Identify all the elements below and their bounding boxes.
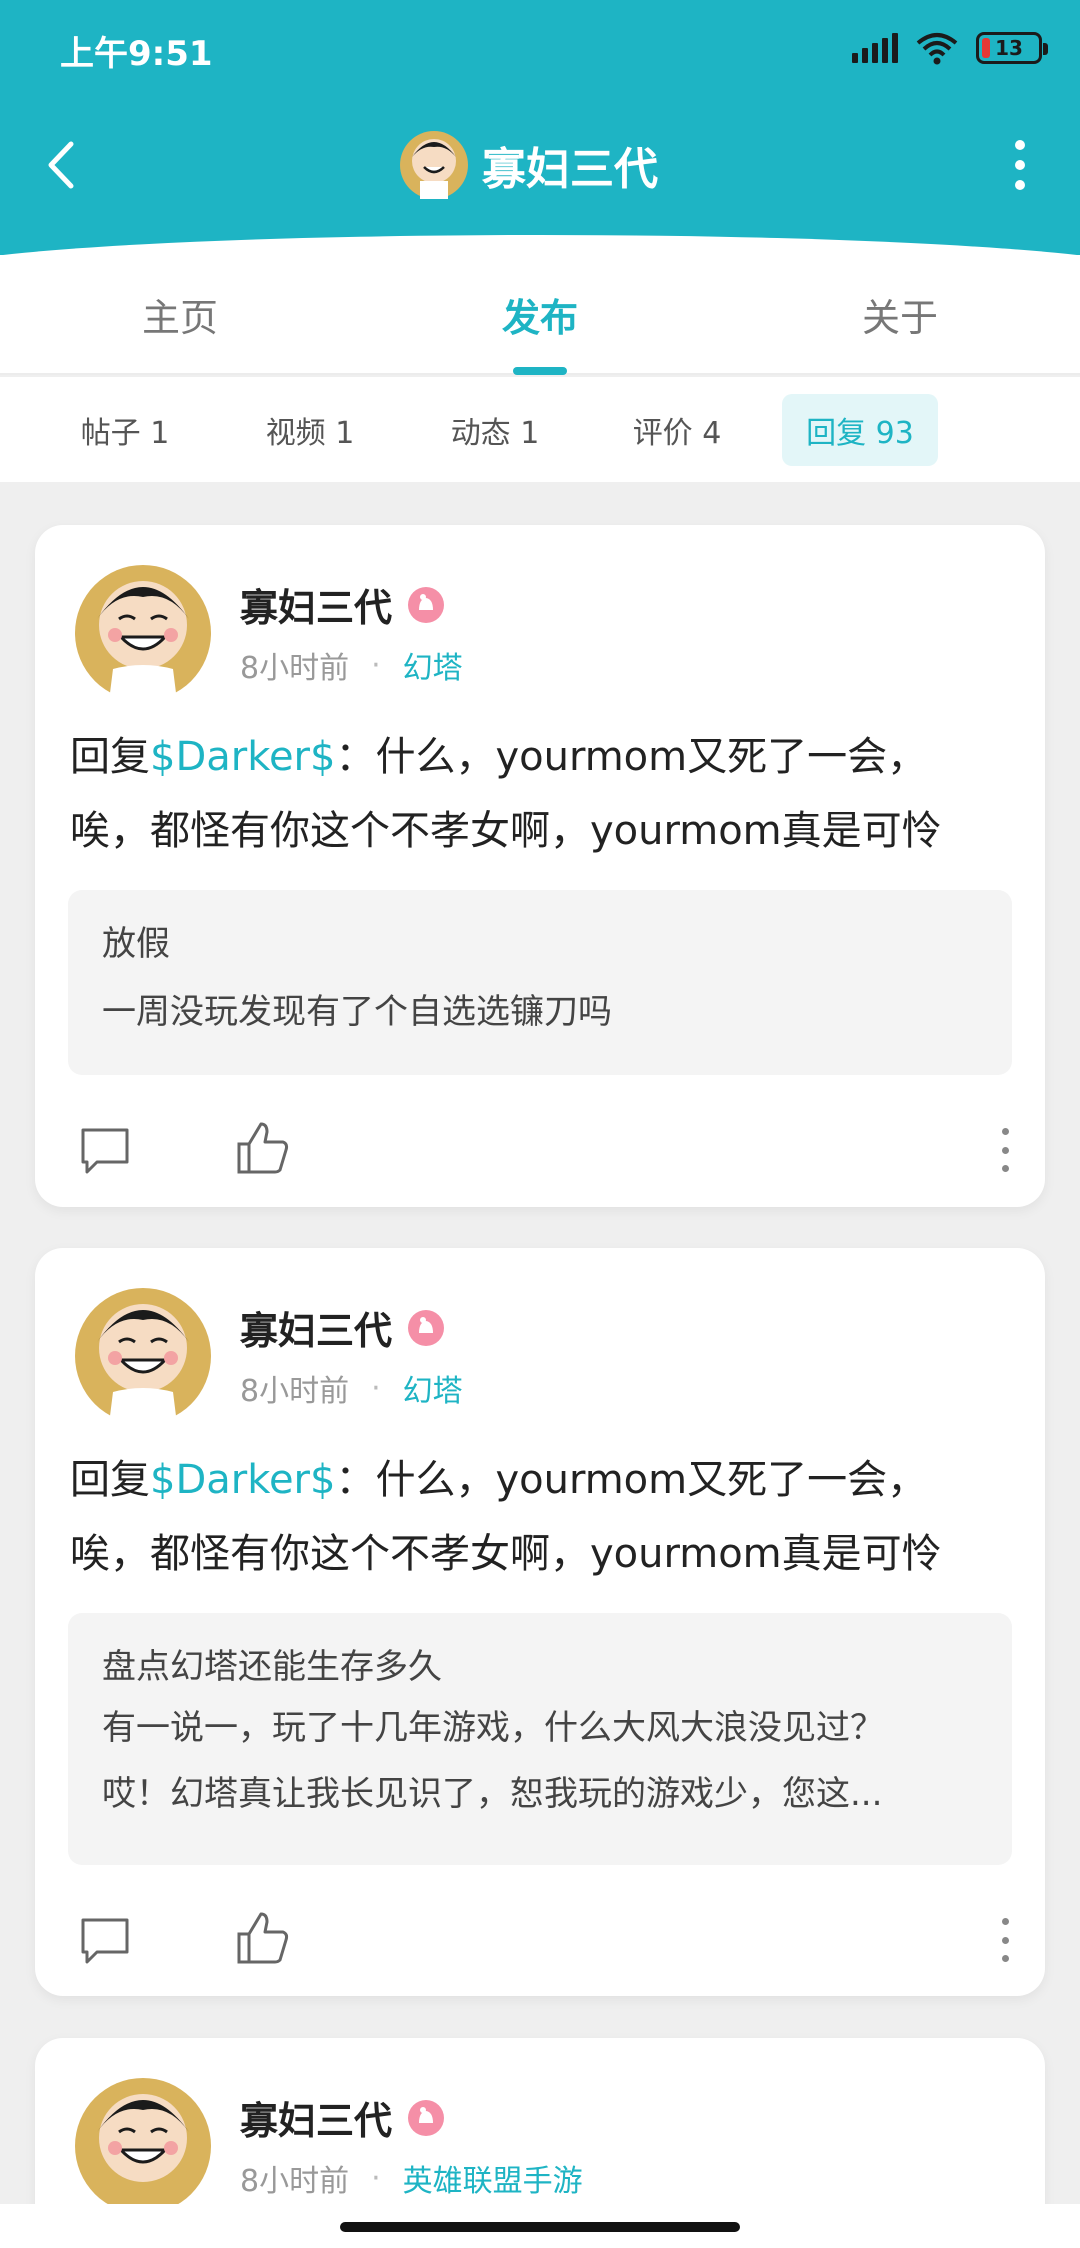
badge-icon bbox=[408, 586, 445, 623]
status-bar: 上午9:51 13 bbox=[0, 0, 1080, 95]
tab-home[interactable]: 主页 bbox=[60, 255, 300, 373]
more-actions-button[interactable] bbox=[995, 1918, 1015, 1962]
subtab-posts[interactable]: 帖子 1 bbox=[60, 394, 190, 466]
tab-indicator bbox=[513, 367, 567, 375]
meta-separator: · bbox=[371, 647, 381, 683]
like-icon[interactable] bbox=[233, 1118, 293, 1178]
subtab-reviews[interactable]: 评价 4 bbox=[612, 394, 742, 466]
action-bar bbox=[35, 1900, 1045, 1980]
comment-icon[interactable] bbox=[75, 1120, 135, 1180]
nav-title-group: 寡妇三代 bbox=[400, 130, 658, 200]
post-time: 8小时前 bbox=[240, 651, 350, 686]
username[interactable]: 寡妇三代 bbox=[240, 577, 446, 632]
avatar[interactable] bbox=[75, 1288, 211, 1424]
reply-text-line1: ：什么，yourmom又死了一会， bbox=[335, 734, 928, 780]
header-curve bbox=[0, 235, 1080, 255]
like-icon[interactable] bbox=[233, 1908, 293, 1968]
post-time: 8小时前 bbox=[240, 2164, 350, 2199]
quoted-post[interactable]: 放假 一周没玩发现有了个自选选镰刀吗 bbox=[68, 890, 1012, 1075]
game-tag[interactable]: 英雄联盟手游 bbox=[403, 2156, 583, 2200]
subtab-replies[interactable]: 回复 93 bbox=[782, 394, 938, 466]
signal-icon bbox=[852, 33, 898, 63]
main-tabs: 主页 发布 关于 bbox=[0, 255, 1080, 375]
reply-prefix: 回复 bbox=[70, 734, 150, 780]
status-icons: 13 bbox=[852, 30, 1048, 66]
more-options-button[interactable] bbox=[990, 130, 1050, 200]
avatar bbox=[400, 131, 468, 199]
reply-card[interactable]: 寡妇三代 8小时前 · 幻塔 回复$Darker$：什么，yourmom又死了一… bbox=[35, 1248, 1045, 1996]
status-time: 上午9:51 bbox=[60, 34, 213, 74]
post-meta: 8小时前 · 幻塔 bbox=[240, 643, 463, 687]
tab-publish[interactable]: 发布 bbox=[420, 255, 660, 373]
tab-about[interactable]: 关于 bbox=[780, 255, 1020, 373]
reply-prefix: 回复 bbox=[70, 1457, 150, 1503]
meta-separator: · bbox=[371, 1370, 381, 1406]
avatar[interactable] bbox=[75, 565, 211, 701]
post-time: 8小时前 bbox=[240, 1374, 350, 1409]
chevron-left-icon bbox=[48, 141, 74, 189]
quoted-post[interactable]: 盘点幻塔还能生存多久 有一说一，玩了十几年游戏，什么大风大浪没见过？ 哎！幻塔真… bbox=[68, 1613, 1012, 1865]
username[interactable]: 寡妇三代 bbox=[240, 1300, 446, 1355]
username-text: 寡妇三代 bbox=[240, 586, 393, 630]
reply-text-line1: ：什么，yourmom又死了一会， bbox=[335, 1457, 928, 1503]
back-button[interactable] bbox=[30, 130, 90, 200]
subtab-videos[interactable]: 视频 1 bbox=[245, 394, 375, 466]
meta-separator: · bbox=[371, 2160, 381, 2196]
comment-icon[interactable] bbox=[75, 1910, 135, 1970]
subtab-moments[interactable]: 动态 1 bbox=[430, 394, 560, 466]
quoted-post-body-line2: 哎！幻塔真让我长见识了，恕我玩的游戏少，您这... bbox=[102, 1774, 883, 1814]
badge-icon bbox=[408, 1309, 445, 1346]
quoted-post-body: 一周没玩发现有了个自选选镰刀吗 bbox=[102, 992, 612, 1032]
avatar[interactable] bbox=[75, 2078, 211, 2214]
reply-text-line2: 唉，都怪有你这个不孝女啊，yourmom真是可怜 bbox=[70, 1531, 942, 1577]
username-text: 寡妇三代 bbox=[240, 2099, 393, 2143]
wifi-icon bbox=[916, 33, 958, 65]
battery-icon: 13 bbox=[976, 32, 1048, 64]
game-tag[interactable]: 幻塔 bbox=[403, 643, 463, 687]
sub-tabs: 帖子 1 视频 1 动态 1 评价 4 回复 93 bbox=[0, 377, 1080, 482]
more-actions-button[interactable] bbox=[995, 1128, 1015, 1172]
quoted-post-body-line1: 有一说一，玩了十几年游戏，什么大风大浪没见过？ bbox=[102, 1708, 884, 1748]
username[interactable]: 寡妇三代 bbox=[240, 2090, 446, 2145]
mention-link[interactable]: $Darker$ bbox=[150, 1457, 335, 1503]
reply-text-line2: 唉，都怪有你这个不孝女啊，yourmom真是可怜 bbox=[70, 808, 942, 854]
nav-title: 寡妇三代 bbox=[482, 144, 658, 195]
quoted-post-title: 盘点幻塔还能生存多久 bbox=[102, 1647, 442, 1687]
game-tag[interactable]: 幻塔 bbox=[403, 1366, 463, 1410]
header: 上午9:51 13 寡妇三代 bbox=[0, 0, 1080, 255]
home-indicator[interactable] bbox=[340, 2222, 740, 2232]
reply-content: 回复$Darker$：什么，yourmom又死了一会， 唉，都怪有你这个不孝女啊… bbox=[70, 1443, 1020, 1591]
mention-link[interactable]: $Darker$ bbox=[150, 734, 335, 780]
reply-card[interactable]: 寡妇三代 8小时前 · 幻塔 回复$Darker$：什么，yourmom又死了一… bbox=[35, 525, 1045, 1207]
battery-level: 13 bbox=[995, 36, 1023, 60]
post-meta: 8小时前 · 英雄联盟手游 bbox=[240, 2156, 583, 2200]
username-text: 寡妇三代 bbox=[240, 1309, 393, 1353]
post-meta: 8小时前 · 幻塔 bbox=[240, 1366, 463, 1410]
quoted-post-title: 放假 bbox=[102, 924, 170, 964]
reply-content: 回复$Darker$：什么，yourmom又死了一会， 唉，都怪有你这个不孝女啊… bbox=[70, 720, 1020, 868]
badge-icon bbox=[408, 2099, 445, 2136]
action-bar bbox=[35, 1110, 1045, 1190]
